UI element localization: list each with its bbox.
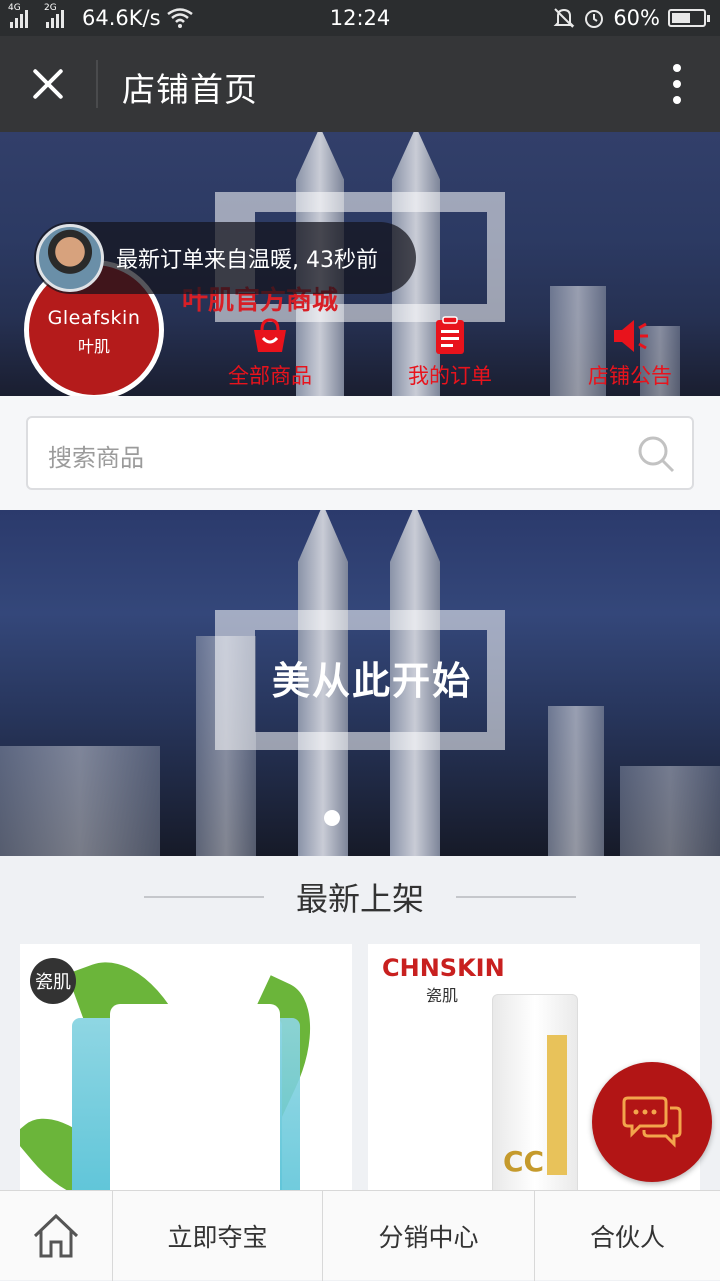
status-bar: 4G 2G 64.6K/s 12:24 60% xyxy=(0,0,720,36)
mask-image xyxy=(110,1004,280,1194)
building-image xyxy=(620,766,720,856)
brand-name: CHNSKIN xyxy=(382,954,505,982)
brand-name-cn: 瓷肌 xyxy=(426,986,459,1005)
banner-carousel[interactable]: 美从此开始 xyxy=(0,510,720,856)
search-placeholder: 搜索商品 xyxy=(48,444,144,472)
logo-text: Gleafskin xyxy=(47,307,141,329)
shop-header: 叶肌官方商城 Gleafskin 叶肌 最新订单来自温暖, 43秒前 全部商品 … xyxy=(0,132,720,396)
nav-shop-notice[interactable]: 店铺公告 xyxy=(560,316,700,390)
nav-my-orders[interactable]: 我的订单 xyxy=(380,316,520,390)
banner-slogan: 美从此开始 xyxy=(272,659,473,703)
search-icon[interactable] xyxy=(636,434,676,474)
clipboard-icon xyxy=(436,316,464,354)
tube-stripe xyxy=(547,1035,567,1175)
product-image: CC xyxy=(492,994,578,1194)
carousel-indicator[interactable] xyxy=(324,810,340,826)
nav-all-products[interactable]: 全部商品 xyxy=(200,316,340,390)
brand-badge: 瓷肌 xyxy=(30,958,76,1004)
title-divider xyxy=(96,60,98,108)
bottom-nav-home[interactable] xyxy=(0,1191,113,1281)
section-title: 最新上架 xyxy=(295,880,424,918)
battery-percent: 60% xyxy=(613,6,660,30)
product-card[interactable]: 瓷肌 xyxy=(20,944,352,1194)
search-section: 搜索商品 xyxy=(0,396,720,510)
bottom-nav-partner[interactable]: 合伙人 xyxy=(535,1191,720,1281)
divider-line xyxy=(456,896,576,898)
bottom-nav-treasure[interactable]: 立即夺宝 xyxy=(113,1191,323,1281)
battery-icon xyxy=(668,9,710,27)
title-bar: 店铺首页 xyxy=(0,36,720,132)
logo-text-cn: 叶肌 xyxy=(77,337,110,356)
alarm-icon xyxy=(585,10,604,28)
bottom-nav: 立即夺宝 分销中心 合伙人 xyxy=(0,1190,720,1281)
home-icon xyxy=(33,1213,79,1258)
nav-label: 我的订单 xyxy=(408,364,492,388)
search-input[interactable]: 搜索商品 xyxy=(26,416,694,490)
shopping-basket-icon xyxy=(254,318,286,352)
megaphone-icon xyxy=(614,320,648,352)
building-image xyxy=(0,746,160,856)
mute-icon xyxy=(553,8,575,28)
notification-text: 最新订单来自温暖, 43秒前 xyxy=(116,248,378,273)
nav-label: 全部商品 xyxy=(228,364,312,388)
status-right: 60% xyxy=(553,6,710,30)
tube-label: CC xyxy=(503,1145,545,1178)
bottom-nav-distribution[interactable]: 分销中心 xyxy=(323,1191,535,1281)
nav-label: 店铺公告 xyxy=(588,364,672,388)
order-notification: 最新订单来自温暖, 43秒前 xyxy=(34,222,416,294)
close-icon[interactable] xyxy=(30,66,66,102)
more-vertical-icon[interactable] xyxy=(672,64,682,104)
building-image xyxy=(548,706,604,856)
page-title: 店铺首页 xyxy=(122,70,258,109)
new-arrivals-header: 最新上架 xyxy=(0,856,720,944)
chat-button[interactable] xyxy=(592,1062,712,1182)
chat-bubbles-icon xyxy=(622,1096,682,1148)
avatar xyxy=(36,224,104,292)
